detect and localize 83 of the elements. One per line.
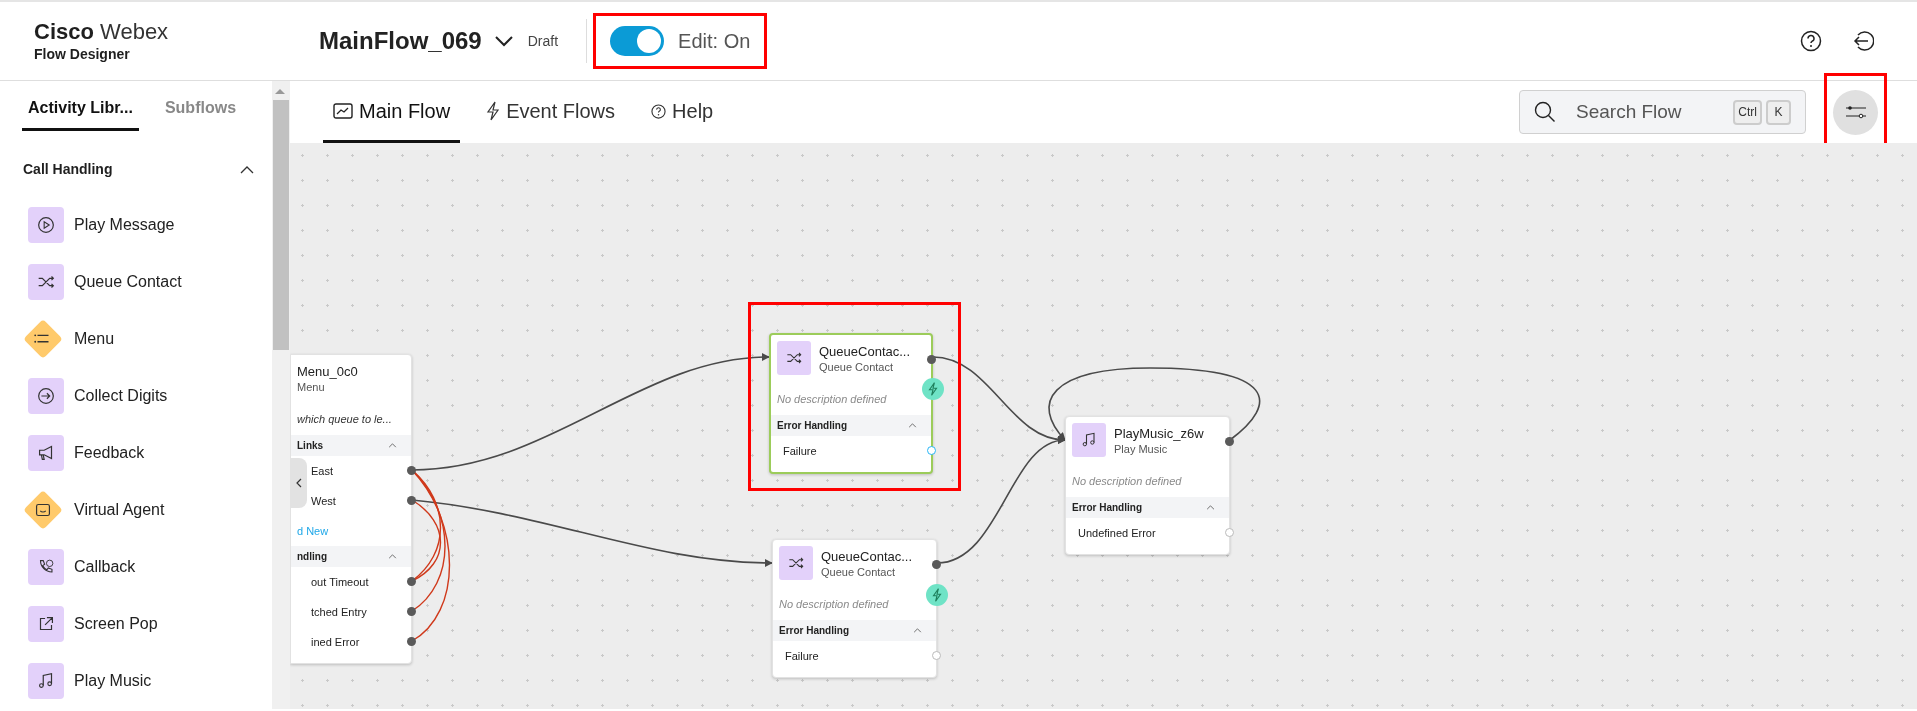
output-port[interactable] bbox=[407, 637, 416, 646]
section-header: Error Handling bbox=[779, 624, 849, 638]
output-port[interactable] bbox=[932, 560, 941, 569]
activity-item[interactable]: Callback bbox=[74, 554, 136, 579]
sidebar-tab[interactable]: Activity Libr... bbox=[22, 96, 139, 131]
node-row-label: out Timeout bbox=[311, 574, 369, 590]
node-title: QueueContac... bbox=[819, 344, 911, 360]
section-header: ndling bbox=[297, 550, 327, 564]
sliders-icon bbox=[1844, 105, 1867, 119]
product-name: Webex bbox=[100, 19, 169, 44]
sidebar-tab[interactable]: Subflows bbox=[158, 96, 243, 131]
section-header: Error Handling bbox=[777, 419, 847, 433]
brand-name: Cisco bbox=[34, 19, 94, 44]
flow-node[interactable]: QueueContac... Queue Contact No description defined Error Handling Failure bbox=[769, 333, 933, 474]
shuffle-icon bbox=[779, 546, 813, 580]
node-type: Menu bbox=[297, 380, 326, 395]
node-description: No description defined bbox=[779, 596, 889, 612]
play-icon bbox=[28, 206, 64, 243]
node-description: No description defined bbox=[1072, 473, 1182, 489]
search-field[interactable]: Search Flow Ctrl K bbox=[1519, 90, 1806, 134]
app-subtitle: Flow Designer bbox=[34, 45, 131, 63]
node-title: Menu_0c0 bbox=[297, 364, 358, 380]
output-port[interactable] bbox=[407, 577, 416, 586]
flow-status: Draft bbox=[527, 31, 559, 51]
chevron-left-icon bbox=[295, 478, 302, 488]
output-port[interactable] bbox=[407, 607, 416, 616]
activity-item[interactable]: Play Music bbox=[74, 668, 152, 693]
search-icon bbox=[1534, 101, 1556, 123]
scrollbar[interactable] bbox=[272, 81, 290, 709]
lightning-icon bbox=[486, 101, 501, 121]
sign-out-icon[interactable] bbox=[1852, 30, 1874, 52]
output-port[interactable] bbox=[407, 496, 416, 505]
section-title: Call Handling bbox=[23, 160, 113, 179]
node-type: Queue Contact bbox=[821, 565, 896, 580]
collapse-handle[interactable] bbox=[290, 458, 307, 508]
node-description: which queue to le... bbox=[297, 411, 392, 427]
output-port[interactable] bbox=[407, 466, 416, 475]
section-header: Error Handling bbox=[1072, 501, 1142, 515]
edit-toggle[interactable] bbox=[610, 26, 665, 56]
activity-item[interactable]: Screen Pop bbox=[74, 611, 158, 636]
flow-tab[interactable]: Event Flows bbox=[476, 96, 626, 143]
flow-chart-icon bbox=[333, 103, 353, 119]
music-note-icon bbox=[28, 662, 64, 699]
event-badge[interactable] bbox=[922, 378, 944, 400]
node-description: No description defined bbox=[777, 391, 887, 407]
help-icon[interactable] bbox=[1800, 30, 1822, 52]
external-link-icon bbox=[28, 605, 64, 642]
shuffle-icon bbox=[777, 341, 811, 375]
phone-clock-icon bbox=[28, 548, 64, 585]
node-title: QueueContac... bbox=[821, 549, 913, 565]
activity-item[interactable]: Collect Digits bbox=[74, 383, 168, 408]
activity-item[interactable]: Play Message bbox=[74, 212, 175, 237]
node-title: PlayMusic_z6w bbox=[1114, 426, 1204, 442]
section-header: Links bbox=[297, 439, 324, 453]
output-port[interactable] bbox=[1225, 437, 1234, 446]
node-row-label: West bbox=[311, 493, 336, 509]
activity-item[interactable]: Menu bbox=[74, 326, 115, 351]
node-row-label: Undefined Error bbox=[1078, 525, 1156, 541]
chevron-down-icon[interactable] bbox=[493, 35, 514, 47]
megaphone-icon bbox=[28, 434, 64, 471]
node-row-label: Failure bbox=[785, 648, 819, 664]
activity-item[interactable]: Queue Contact bbox=[74, 269, 182, 294]
shuffle-icon bbox=[28, 263, 64, 300]
shortcut-key: Ctrl bbox=[1733, 99, 1762, 125]
node-row-label: ined Error bbox=[311, 634, 360, 650]
activity-item[interactable]: Virtual Agent bbox=[74, 497, 165, 522]
flow-tab[interactable]: Help bbox=[641, 96, 724, 143]
edit-label: Edit: On bbox=[678, 29, 751, 54]
event-badge[interactable] bbox=[926, 584, 948, 606]
flow-name[interactable]: MainFlow_069 bbox=[319, 23, 482, 59]
settings-button[interactable] bbox=[1833, 89, 1878, 135]
node-row-label: East bbox=[311, 463, 333, 479]
help-icon bbox=[651, 103, 667, 119]
node-row-label: Failure bbox=[783, 443, 817, 459]
node-type: Play Music bbox=[1114, 442, 1169, 457]
node-type: Queue Contact bbox=[819, 360, 894, 375]
search-placeholder: Search Flow bbox=[1576, 99, 1682, 124]
activity-item[interactable]: Feedback bbox=[74, 440, 145, 465]
chevron-up-icon[interactable] bbox=[240, 165, 254, 174]
music-note-icon bbox=[1072, 423, 1106, 457]
shortcut-key: K bbox=[1766, 99, 1791, 125]
node-row-label: tched Entry bbox=[311, 604, 367, 620]
output-port[interactable] bbox=[927, 355, 936, 364]
